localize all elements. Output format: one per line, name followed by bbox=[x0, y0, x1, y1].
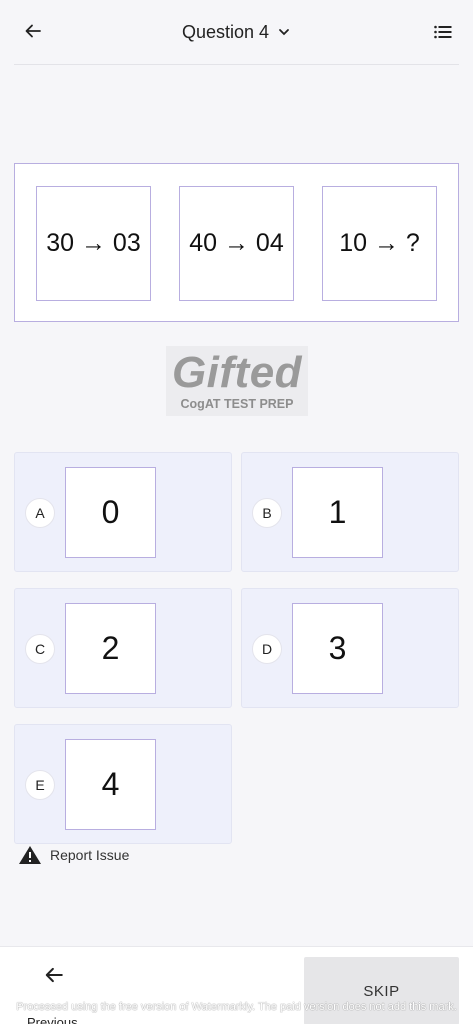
option-b[interactable]: B 1 bbox=[241, 452, 459, 572]
option-value: 0 bbox=[65, 467, 156, 558]
question-selector[interactable]: Question 4 bbox=[0, 20, 473, 44]
watermark-text: Processed using the free version of Wate… bbox=[16, 1001, 457, 1013]
question-list-button[interactable] bbox=[433, 22, 453, 42]
question-item-3: 10 → ? bbox=[322, 186, 437, 301]
option-value: 1 bbox=[292, 467, 383, 558]
previous-label: Previous bbox=[27, 1015, 78, 1024]
arrow-left-icon bbox=[45, 967, 63, 983]
skip-button[interactable]: SKIP bbox=[304, 957, 459, 1024]
gifted-logo: Gifted CogAT TEST PREP bbox=[166, 346, 308, 416]
report-issue-link[interactable]: Report Issue bbox=[18, 845, 129, 865]
warning-icon bbox=[19, 846, 41, 864]
option-value: 3 bbox=[292, 603, 383, 694]
top-bar: Question 4 bbox=[0, 0, 473, 64]
option-a[interactable]: A 0 bbox=[14, 452, 232, 572]
logo-subtitle: CogAT TEST PREP bbox=[180, 397, 294, 411]
question-item-1: 30 → 03 bbox=[36, 186, 151, 301]
option-letter: C bbox=[25, 634, 55, 664]
option-value: 4 bbox=[65, 739, 156, 830]
logo-title: Gifted bbox=[171, 348, 303, 397]
chevron-down-icon bbox=[277, 25, 291, 39]
option-c[interactable]: C 2 bbox=[14, 588, 232, 708]
option-letter: E bbox=[25, 770, 55, 800]
question-item-2: 40 → 04 bbox=[179, 186, 294, 301]
question-panel: 30 → 03 40 → 04 10 → ? bbox=[14, 163, 459, 322]
option-letter: D bbox=[252, 634, 282, 664]
report-issue-label: Report Issue bbox=[50, 847, 130, 863]
header-divider bbox=[14, 64, 459, 65]
option-letter: B bbox=[252, 498, 282, 528]
option-e[interactable]: E 4 bbox=[14, 724, 232, 844]
option-letter: A bbox=[25, 498, 55, 528]
list-icon bbox=[434, 25, 452, 39]
page-title: Question 4 bbox=[181, 21, 270, 42]
option-value: 2 bbox=[65, 603, 156, 694]
option-d[interactable]: D 3 bbox=[241, 588, 459, 708]
